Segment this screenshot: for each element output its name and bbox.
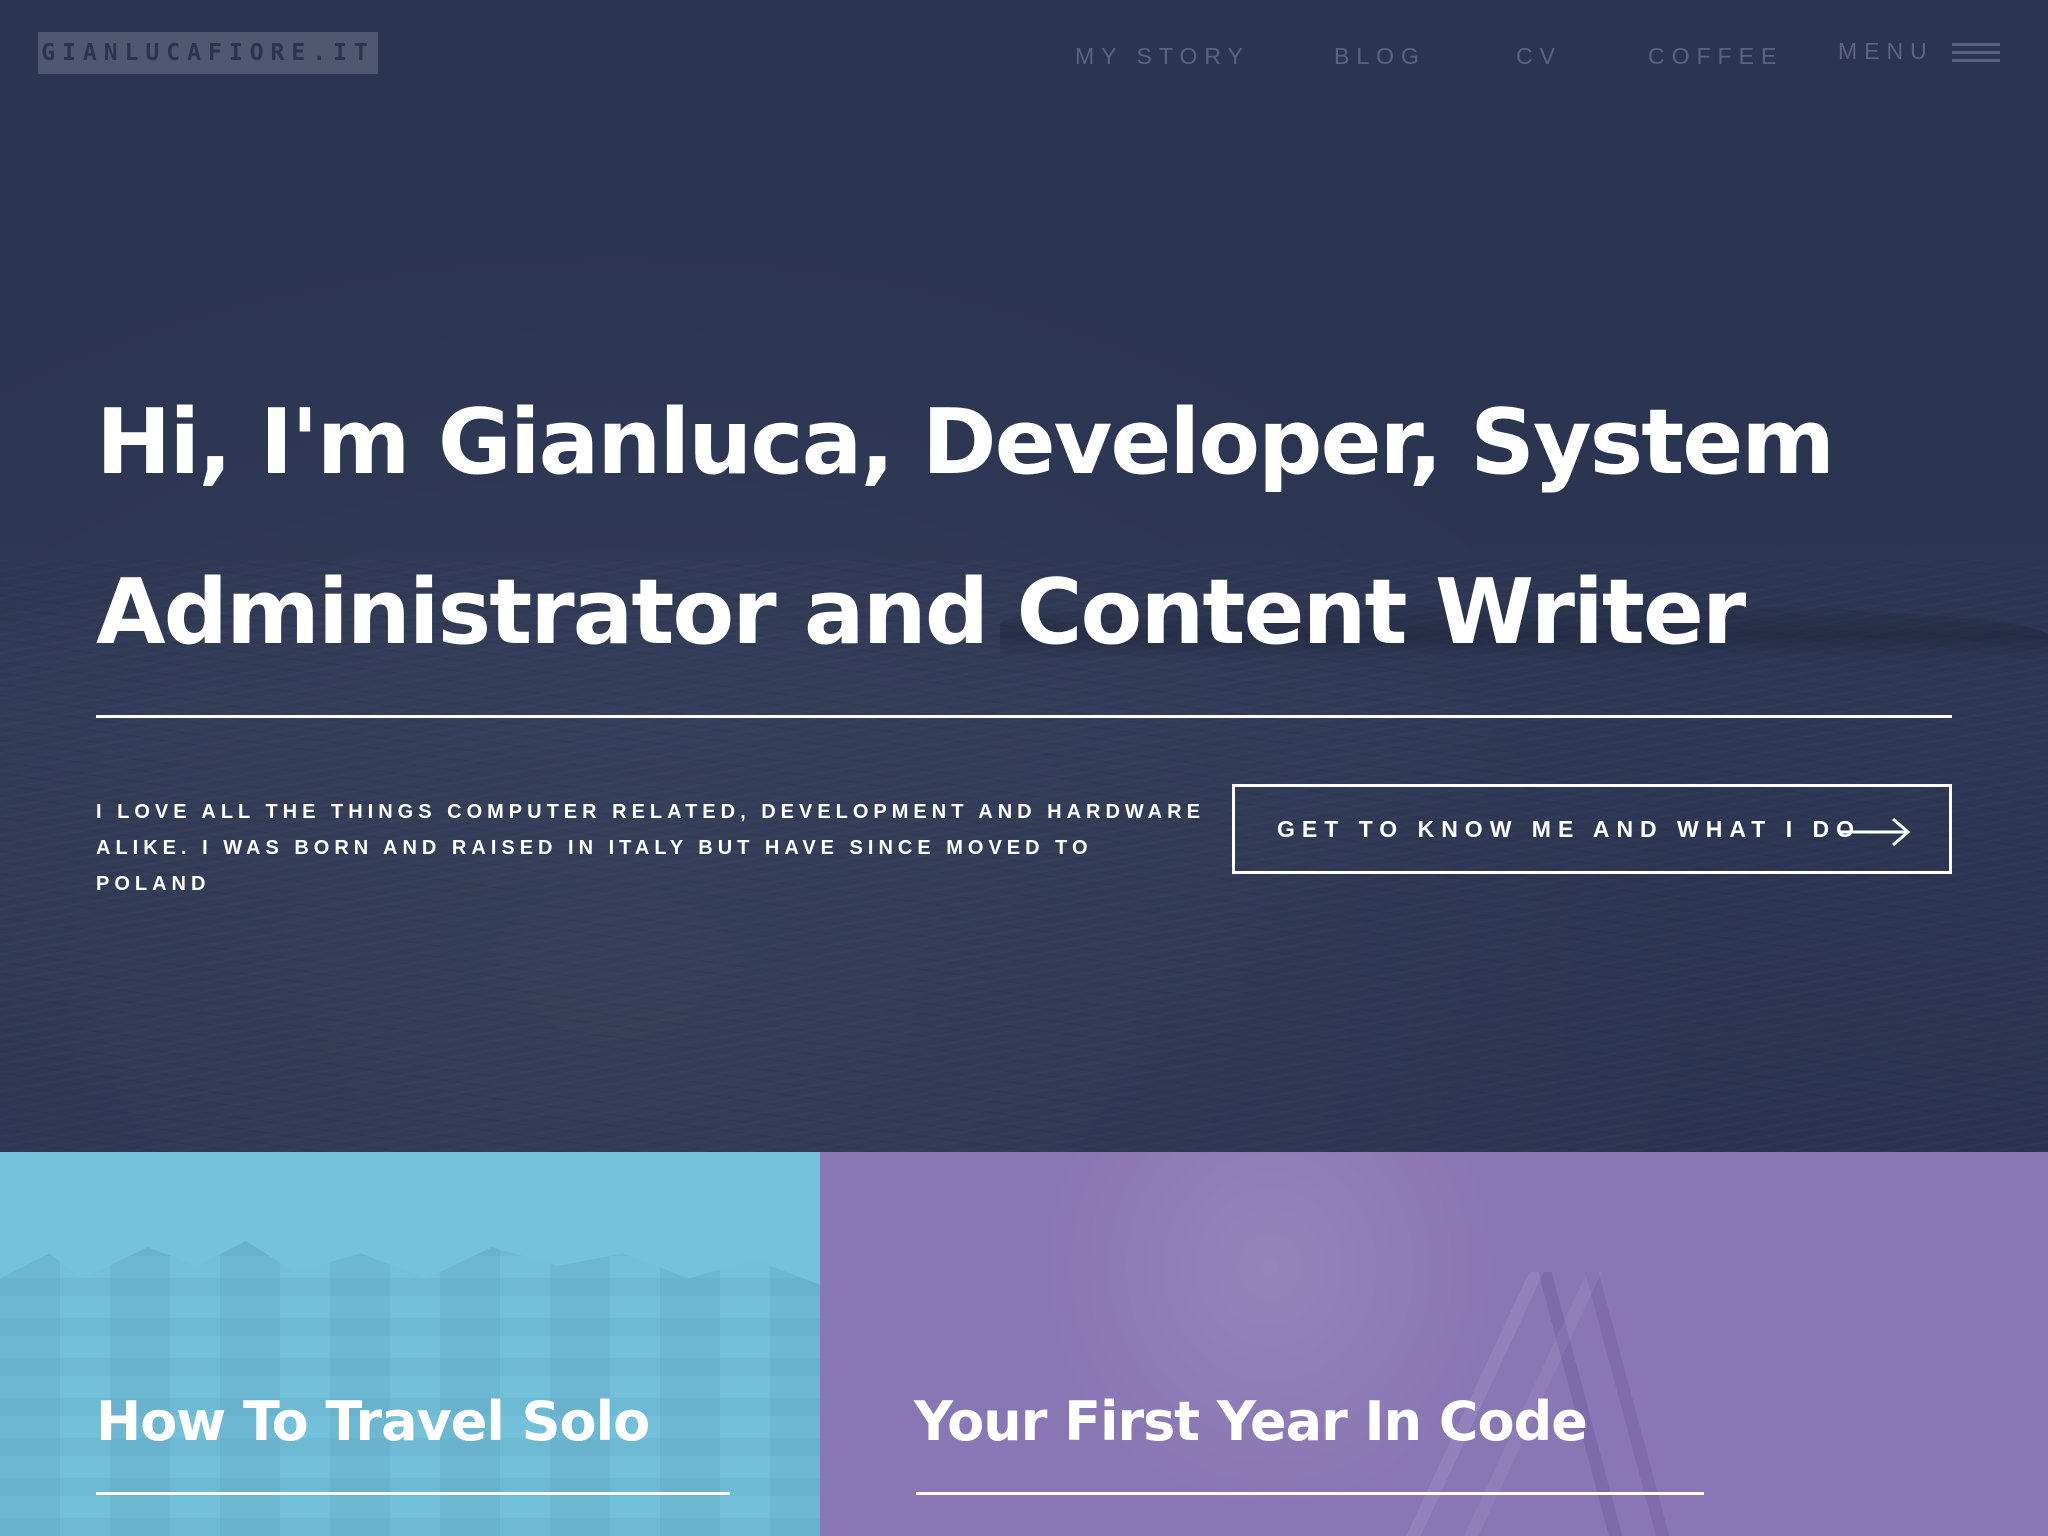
hero-intro-line-1: I LOVE ALL THE THINGS COMPUTER RELATED, … [96, 801, 1205, 823]
post-card-divider [916, 1492, 1704, 1495]
hero-headline: Hi, I'm Gianluca, Developer, System Admi… [96, 358, 1956, 698]
hero-intro-line-2: ALIKE. I WAS BORN AND RAISED IN ITALY BU… [96, 837, 1093, 895]
get-to-know-me-button[interactable]: GET TO KNOW ME AND WHAT I DO [1232, 784, 1952, 874]
hero-divider [96, 715, 1952, 718]
post-card-title[interactable]: How To Travel Solo [96, 1390, 650, 1453]
site-logo[interactable]: GIANLUCAFIORE.IT [38, 32, 378, 74]
post-card-travel-solo[interactable] [0, 1152, 820, 1536]
arrow-right-icon [1839, 817, 1911, 847]
menu-button[interactable]: MENU [1838, 38, 2000, 65]
menu-label: MENU [1838, 38, 1934, 64]
site-logo-text: GIANLUCAFIORE.IT [41, 40, 375, 66]
nav-item-blog[interactable]: BLOG [1334, 43, 1426, 70]
hamburger-menu-icon [1951, 41, 2000, 63]
cta-label: GET TO KNOW ME AND WHAT I DO [1277, 815, 1861, 842]
hero-intro-text: I LOVE ALL THE THINGS COMPUTER RELATED, … [96, 794, 1216, 902]
card-background-image [0, 1240, 820, 1536]
hero-headline-line-1: Hi, I'm Gianluca, Developer, System [96, 390, 1835, 495]
post-card-first-year-in-code[interactable] [820, 1152, 2048, 1536]
nav-item-cv[interactable]: CV [1516, 43, 1562, 70]
nav-item-coffee[interactable]: COFFEE [1648, 43, 1783, 70]
post-card-title[interactable]: Your First Year In Code [914, 1390, 1588, 1453]
nav-item-my-story[interactable]: MY STORY [1075, 43, 1250, 70]
hero-headline-line-2: Administrator and Content Writer [96, 560, 1746, 665]
post-card-divider [96, 1492, 730, 1495]
